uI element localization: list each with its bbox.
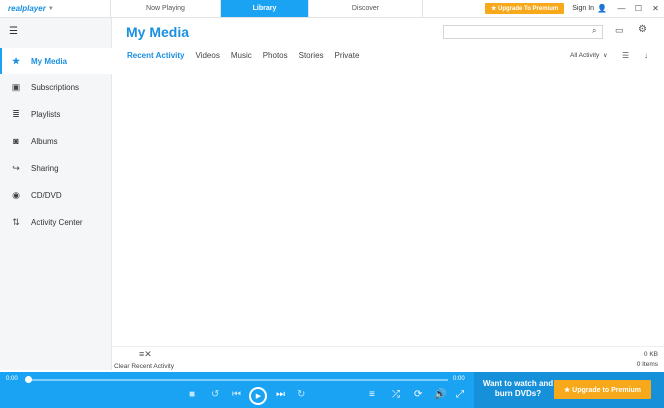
logo-text: realplayer — [8, 4, 46, 13]
sign-in-button[interactable]: Sign In 👤 — [570, 0, 613, 17]
user-icon: 👤 — [597, 4, 607, 13]
album-icon: ◙ — [13, 136, 19, 146]
progress-bar[interactable] — [28, 379, 448, 381]
fullscreen-icon[interactable]: ⤢ — [456, 388, 464, 402]
sidebar-item-label: Albums — [31, 136, 58, 146]
subscriptions-icon: ▣ — [11, 81, 21, 92]
total-time: 0:00 — [453, 376, 465, 382]
previous-icon[interactable]: ⏮ — [232, 388, 241, 402]
search-input[interactable] — [443, 25, 603, 39]
playlist-queue-icon[interactable]: ≡ — [369, 388, 375, 402]
sort-icon[interactable]: ↓ — [644, 51, 648, 60]
elapsed-time: 0:00 — [6, 376, 18, 382]
play-button[interactable]: ▶ — [249, 387, 267, 405]
replay-icon[interactable]: ↺ — [211, 388, 219, 402]
minimize-icon[interactable]: — — [613, 0, 630, 17]
sidebar-item-sharing[interactable]: ↪ Sharing — [0, 155, 112, 181]
promo-text: Want to watch and burn DVDs? — [482, 379, 554, 398]
sidebar-item-activity-center[interactable]: ⇅ Activity Center — [0, 209, 112, 235]
subtab-photos[interactable]: Photos — [263, 51, 288, 63]
subtab-recent-activity[interactable]: Recent Activity — [127, 51, 185, 63]
subtab-private[interactable]: Private — [335, 51, 360, 63]
sidebar: ☰ ★ My Media ▣ Subscriptions ≣ Playlists… — [0, 18, 112, 370]
main-content: My Media ⌕ ▭ ⚙ Recent Activity Videos Mu… — [112, 18, 664, 346]
chevron-down-icon: ∨ — [603, 53, 608, 59]
media-subtabs: Recent Activity Videos Music Photos Stor… — [127, 51, 370, 63]
subtab-stories[interactable]: Stories — [299, 51, 324, 63]
cast-icon[interactable]: ▭ — [615, 25, 624, 36]
activity-filter-label: All Activity — [570, 52, 600, 59]
subtab-videos[interactable]: Videos — [196, 51, 220, 63]
clear-recent-activity-button[interactable]: Clear Recent Activity — [114, 363, 174, 370]
upgrade-to-premium-button[interactable]: ★ Upgrade to Premium — [554, 380, 651, 399]
sidebar-item-subscriptions[interactable]: ▣ Subscriptions — [0, 74, 112, 100]
realplayer-logo[interactable]: realplayer ▼ — [0, 0, 110, 17]
star-icon: ★ — [11, 55, 21, 66]
clear-list-icon[interactable]: ≡✕ — [139, 349, 152, 360]
shuffle-icon[interactable]: ⤮ — [392, 388, 400, 402]
volume-icon[interactable]: 🔊 — [434, 388, 446, 402]
page-title: My Media — [126, 24, 190, 40]
total-size: 0 KB — [643, 351, 658, 358]
sidebar-item-label: Activity Center — [31, 217, 83, 227]
sidebar-item-cd-dvd[interactable]: ◉ CD/DVD — [0, 182, 112, 208]
playlist-icon: ≣ — [12, 108, 20, 119]
sign-in-label: Sign In — [572, 5, 595, 12]
tab-now-playing[interactable]: Now Playing — [110, 0, 220, 17]
repeat-icon[interactable]: ⟳ — [414, 388, 422, 402]
upgrade-premium-button[interactable]: ★ Upgrade To Premium — [484, 3, 565, 14]
disc-icon: ◉ — [12, 189, 20, 200]
sidebar-item-playlists[interactable]: ≣ Playlists — [0, 101, 112, 127]
tab-discover[interactable]: Discover — [308, 0, 422, 17]
forward-icon[interactable]: ↻ — [297, 388, 305, 402]
sidebar-item-label: Sharing — [31, 163, 59, 173]
title-bar: realplayer ▼ Now Playing Library Discove… — [0, 0, 664, 18]
search-icon[interactable]: ⌕ — [592, 26, 596, 36]
close-icon[interactable]: ✕ — [647, 0, 664, 17]
list-view-icon[interactable]: ☰ — [622, 51, 629, 60]
next-icon[interactable]: ⏭ — [276, 388, 285, 402]
activity-icon: ⇅ — [12, 216, 20, 227]
sidebar-item-my-media[interactable]: ★ My Media — [0, 48, 112, 74]
share-icon: ↪ — [12, 162, 20, 173]
item-count: 0 Items — [636, 361, 658, 368]
promo-panel: Want to watch and burn DVDs? ★ Upgrade t… — [474, 372, 664, 408]
sidebar-item-label: Subscriptions — [31, 82, 80, 92]
sidebar-item-label: CD/DVD — [31, 190, 62, 200]
menu-icon[interactable]: ☰ — [9, 26, 18, 37]
title-bar-spacer — [422, 0, 485, 17]
player-bar: 0:00 0:00 ■ ↺ ⏮ ▶ ⏭ ↻ ≡ ⤮ ⟳ 🔊 ⤢ — [0, 372, 474, 408]
gear-icon[interactable]: ⚙ — [638, 24, 647, 35]
sidebar-item-label: My Media — [31, 56, 68, 66]
activity-filter-dropdown[interactable]: All Activity ∨ — [570, 52, 607, 59]
chevron-down-icon: ▼ — [47, 5, 54, 12]
stop-icon[interactable]: ■ — [189, 388, 195, 402]
progress-handle[interactable] — [25, 376, 32, 383]
status-bar: ≡✕ Clear Recent Activity 0 KB 0 Items — [112, 346, 664, 372]
subtab-music[interactable]: Music — [231, 51, 252, 63]
sidebar-item-label: Playlists — [31, 109, 61, 119]
maximize-icon[interactable]: ☐ — [630, 0, 647, 17]
sidebar-item-albums[interactable]: ◙ Albums — [0, 128, 112, 154]
app-window: realplayer ▼ Now Playing Library Discove… — [0, 0, 664, 408]
tab-library[interactable]: Library — [220, 0, 308, 17]
